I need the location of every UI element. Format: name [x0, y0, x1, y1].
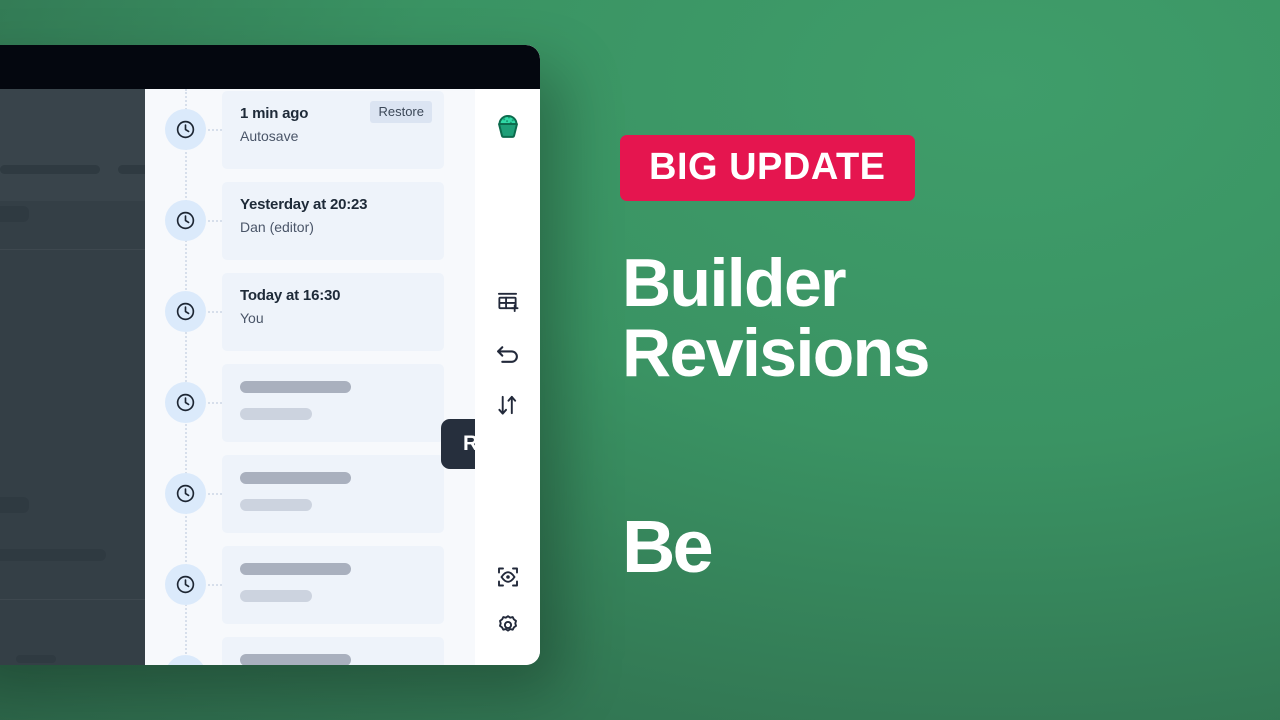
builder-icon-rail: [475, 89, 540, 665]
revisions-tooltip: Revisions: [441, 419, 475, 469]
clock-icon: [165, 382, 206, 423]
revision-author: Autosave: [240, 128, 299, 144]
sidebar-placeholder-line: [16, 655, 56, 663]
revision-card[interactable]: 1 min ago Autosave Restore: [222, 91, 444, 169]
skeleton-bar-primary: [240, 472, 351, 484]
sidebar-divider: [0, 249, 145, 250]
rail-bottom-group: [488, 557, 528, 645]
revision-row[interactable]: [145, 635, 475, 665]
restore-button[interactable]: Restore: [370, 101, 432, 123]
sort-arrows-icon[interactable]: [488, 385, 528, 425]
revision-row[interactable]: [145, 362, 475, 453]
revision-row[interactable]: [145, 544, 475, 635]
skeleton-bar-secondary: [240, 408, 312, 420]
window-titlebar: [0, 45, 540, 89]
sidebar-divider: [0, 599, 145, 600]
promo-graphic: 1 min ago Autosave Restore Yesterday at 20:…: [0, 0, 1280, 720]
cupcake-icon[interactable]: [488, 105, 528, 145]
badge-label: BIG UPDATE: [649, 146, 886, 188]
revision-title: Yesterday at 20:23: [240, 196, 368, 213]
preview-eye-icon[interactable]: [488, 557, 528, 597]
revision-card[interactable]: Today at 16:30 You: [222, 273, 444, 351]
promo-copy: BIG UPDATE Builder Revisions Be: [620, 0, 1240, 720]
sidebar-band: [0, 89, 145, 201]
skeleton-bar-secondary: [240, 590, 312, 602]
revision-card[interactable]: [222, 455, 444, 533]
skeleton-bar-primary: [240, 563, 351, 575]
undo-revisions-icon[interactable]: [488, 333, 528, 373]
clock-icon: [165, 473, 206, 514]
skeleton-bar-primary: [240, 654, 351, 665]
status-badge: BIG UPDATE: [620, 135, 915, 201]
skeleton-bar-secondary: [240, 499, 312, 511]
revision-row[interactable]: [145, 453, 475, 544]
skeleton-bar-primary: [240, 381, 351, 393]
clock-icon: [165, 291, 206, 332]
revision-card[interactable]: [222, 364, 444, 442]
add-section-icon[interactable]: [488, 281, 528, 321]
revision-row[interactable]: Yesterday at 20:23 Dan (editor): [145, 180, 475, 271]
app-window-mockup: 1 min ago Autosave Restore Yesterday at 20:…: [0, 45, 540, 665]
clock-icon: [165, 655, 206, 665]
revision-card[interactable]: [222, 637, 444, 665]
rail-middle-group: [488, 281, 528, 425]
gear-icon[interactable]: [488, 605, 528, 645]
revision-card[interactable]: Yesterday at 20:23 Dan (editor): [222, 182, 444, 260]
page-title: Builder Revisions: [622, 245, 930, 392]
sidebar-placeholder-line: [0, 497, 29, 513]
revision-author: Dan (editor): [240, 219, 314, 235]
clock-icon: [165, 564, 206, 605]
sidebar-placeholder-line: [0, 206, 29, 222]
revision-author: You: [240, 310, 264, 326]
revision-row[interactable]: 1 min ago Autosave Restore: [145, 89, 475, 180]
revision-card[interactable]: [222, 546, 444, 624]
revision-row[interactable]: Today at 16:30 You: [145, 271, 475, 362]
window-body: 1 min ago Autosave Restore Yesterday at 20:…: [0, 89, 540, 665]
tooltip-label: Revisions: [463, 432, 475, 455]
revision-title: Today at 16:30: [240, 287, 341, 304]
sidebar-placeholder-line: [0, 165, 100, 174]
clock-icon: [165, 200, 206, 241]
revisions-panel: 1 min ago Autosave Restore Yesterday at 20:…: [145, 89, 475, 665]
editor-sidebar-dimmed: [0, 89, 198, 665]
clock-icon: [165, 109, 206, 150]
sidebar-placeholder-line: [0, 549, 106, 561]
brand-logo: Be: [622, 505, 714, 588]
